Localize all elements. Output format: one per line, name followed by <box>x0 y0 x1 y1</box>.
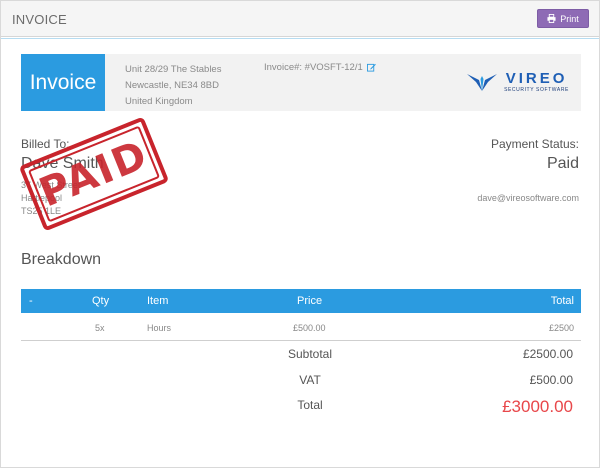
invoice-panel: INVOICE Print Invoice Unit 28/29 The Sta… <box>0 0 600 468</box>
divider <box>1 38 599 39</box>
address-line: Newcastle, NE34 8BD <box>125 80 219 91</box>
column-header-price: Price <box>297 295 323 307</box>
invoice-tile: Invoice <box>21 54 105 111</box>
vat-label: VAT <box>299 373 321 387</box>
breakdown-title: Breakdown <box>21 251 102 268</box>
total-label: Total <box>297 398 323 412</box>
row-qty: 5x <box>95 323 105 333</box>
row-item: Hours <box>147 323 172 333</box>
logo-name: VIREO <box>505 70 568 87</box>
company-logo: VIREO SECURITY SOFTWARE <box>466 71 569 93</box>
print-button[interactable]: Print <box>537 9 589 28</box>
column-header-total: Total <box>550 295 574 307</box>
table-row: 5x Hours £500.00 £2500 <box>21 313 581 341</box>
subtotal-label: Subtotal <box>287 347 333 361</box>
address-line: Unit 28/29 The Stables <box>125 64 222 75</box>
payment-status-label: Payment Status: <box>490 137 579 151</box>
panel-title: INVOICE <box>12 12 67 27</box>
print-label: Print <box>560 13 579 24</box>
edit-icon[interactable] <box>366 63 376 72</box>
column-header-index: - <box>29 295 33 307</box>
table-header: - Qty Item Price Total <box>21 289 581 313</box>
column-header-item: Item <box>147 295 169 307</box>
bird-logo-icon <box>467 74 498 91</box>
panel-header: INVOICE Print <box>1 1 599 37</box>
subtotal-value: £2500.00 <box>522 347 573 361</box>
invoice-number-text: Invoice#: #VOSFT-12/1 <box>264 62 363 73</box>
company-address: Unit 28/29 The Stables Newcastle, NE34 8… <box>125 62 221 110</box>
vat-value: £500.00 <box>529 373 573 387</box>
logo-tagline: SECURITY SOFTWARE <box>504 87 569 93</box>
printer-icon <box>547 14 556 23</box>
invoice-number: Invoice#: #VOSFT-12/1 <box>264 62 376 73</box>
row-price: £500.00 <box>293 323 326 333</box>
customer-email: dave@vireosoftware.com <box>477 193 579 203</box>
address-line: United Kingdom <box>125 96 193 107</box>
paid-stamp: PAID <box>18 116 170 232</box>
invoice-header: Invoice Unit 28/29 The Stables Newcastle… <box>21 54 581 111</box>
column-header-qty: Qty <box>92 295 110 307</box>
row-total: £2500 <box>548 323 574 333</box>
payment-status-value: Paid <box>546 155 579 172</box>
total-value: £3000.00 <box>502 397 573 416</box>
